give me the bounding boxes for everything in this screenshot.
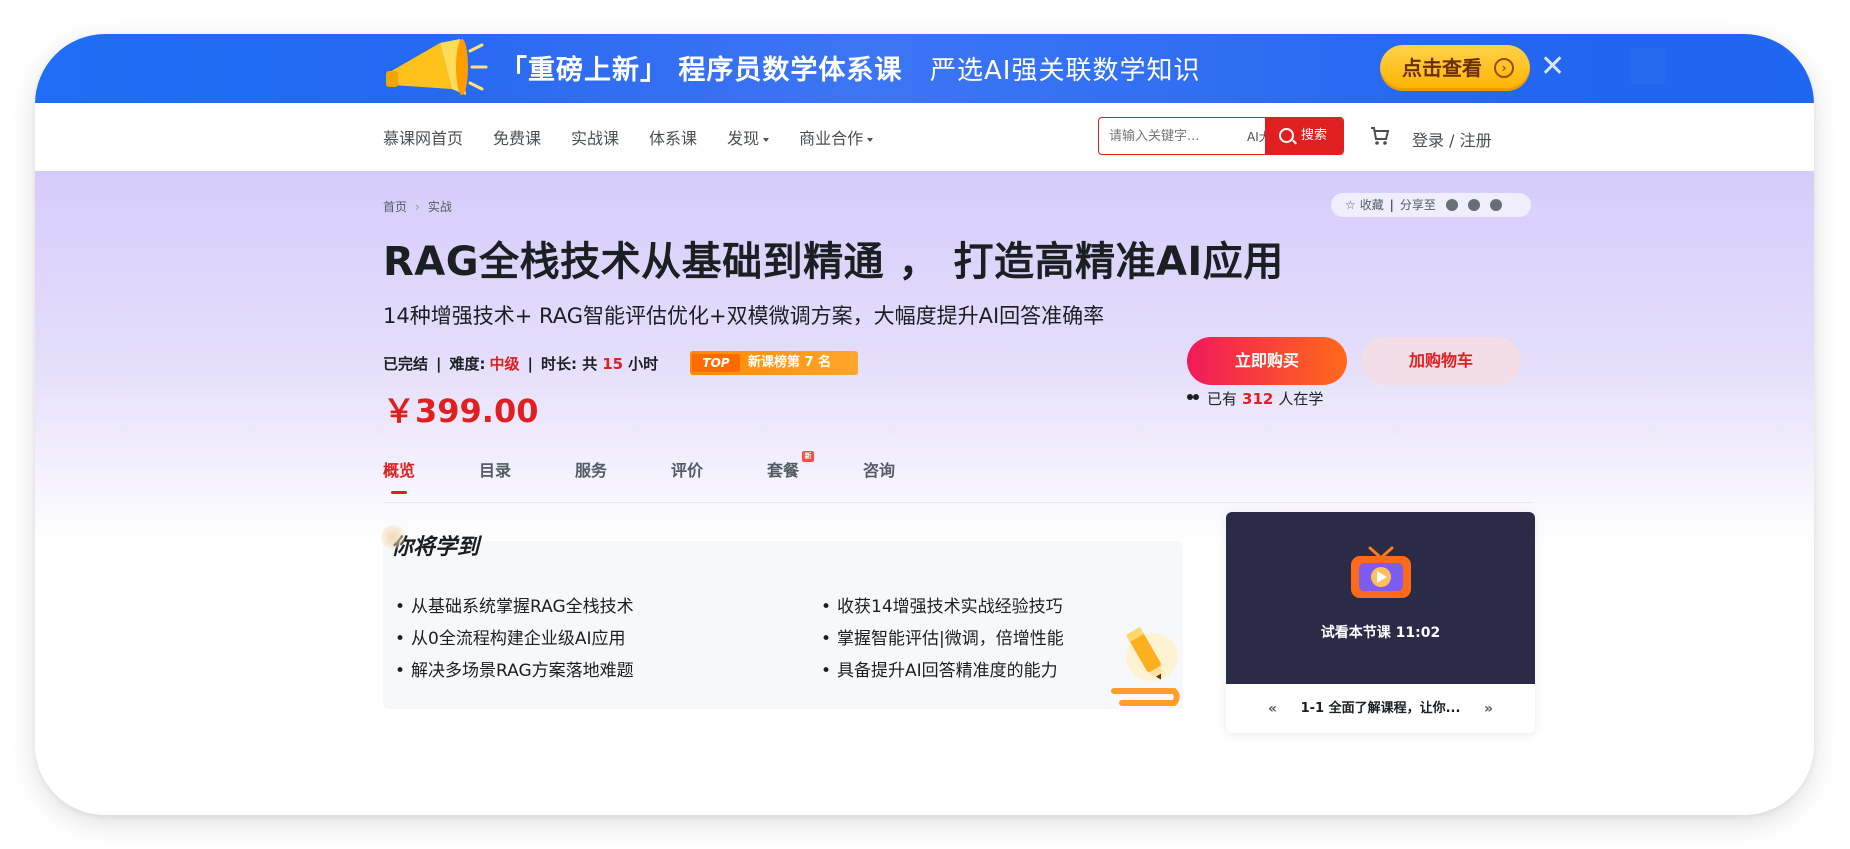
lesson-nav: « 1-1 全面了解课程，让你... » [1226, 688, 1535, 730]
course-tabs: 概览 目录 服务 评价 套餐新 咨询 [383, 451, 959, 494]
search-box: AI大模型 搜索 [1098, 117, 1344, 155]
list-item: 具备提升AI回答精准度的能力 [821, 655, 1064, 687]
learn-list-right: 收获14增强技术实战经验技巧 掌握智能评估|微调，倍增性能 具备提升AI回答精准… [821, 591, 1064, 687]
list-item: 从基础系统掌握RAG全栈技术 [395, 591, 634, 623]
arrow-right-icon: › [1494, 58, 1514, 78]
banner-view-button[interactable]: 点击查看 › [1380, 45, 1530, 91]
buy-now-button[interactable]: 立即购买 [1187, 337, 1347, 385]
share-bar: ☆ 收藏 | 分享至 [1331, 193, 1531, 217]
nav-menu: 慕课网首页 免费课 实战课 体系课 发现 商业合作 [383, 103, 903, 171]
nav-item-system[interactable]: 体系课 [649, 125, 697, 149]
search-icon [1279, 128, 1294, 143]
tabs-divider [383, 502, 1533, 503]
tab-overview[interactable]: 概览 [383, 457, 479, 494]
learn-section: 你将学到 从基础系统掌握RAG全栈技术 从0全流程构建企业级AI应用 解决多场景… [380, 515, 1183, 713]
cart-icon[interactable] [1369, 125, 1391, 147]
preview-player: 试看本节课 11:02 « 1-1 全面了解课程，让你... » [1226, 512, 1535, 733]
add-to-cart-button[interactable]: 加购物车 [1361, 337, 1521, 385]
nav-item-discover[interactable]: 发现 [727, 125, 770, 149]
megaphone-icon [386, 39, 488, 95]
list-item: 掌握智能评估|微调，倍增性能 [821, 623, 1064, 655]
star-icon[interactable]: ☆ [1345, 193, 1356, 217]
breadcrumb-current[interactable]: 实战 [428, 200, 452, 214]
video-preview[interactable]: 试看本节课 11:02 [1226, 512, 1535, 684]
list-item: 收获14增强技术实战经验技巧 [821, 591, 1064, 623]
caret-down-icon [763, 137, 770, 142]
close-icon[interactable]: ✕ [1540, 49, 1565, 85]
course-hero: 首页 › 实战 ☆ 收藏 | 分享至 RAG全栈技术从基础到精通 ， 打造高精准AI… [35, 171, 1814, 815]
page-frame: 「重磅上新」 程序员数学体系课 严选AI强关联数学知识 点击查看 › ✕ 慕课网… [35, 34, 1814, 815]
search-button[interactable]: 搜索 [1265, 118, 1343, 154]
learners-count: 已有 312 人在学 [1187, 388, 1323, 409]
nav-item-home[interactable]: 慕课网首页 [383, 125, 463, 149]
users-icon [1187, 393, 1201, 404]
new-badge: 新 [802, 451, 814, 462]
pencil-icon [1111, 627, 1180, 706]
rank-text: 新课榜第 7 名 [748, 355, 832, 370]
duration-value: 15 [602, 354, 624, 373]
tab-package[interactable]: 套餐新 [767, 451, 863, 493]
share-label: 分享至 [1399, 198, 1436, 212]
tab-reviews[interactable]: 评价 [671, 457, 767, 493]
course-status: 已完结 [383, 355, 429, 373]
banner-title: 「重磅上新」 程序员数学体系课 [500, 55, 903, 86]
rank-badge[interactable]: TOP 新课榜第 7 名 [690, 351, 858, 375]
difficulty-value: 中级 [489, 355, 520, 373]
weibo-icon[interactable] [1467, 199, 1480, 211]
list-item: 解决多场景RAG方案落地难题 [395, 655, 634, 687]
course-title: RAG全栈技术从基础到精通 ， 打造高精准AI应用 [383, 239, 1284, 285]
list-item: 从0全流程构建企业级AI应用 [395, 623, 634, 655]
nav-item-practice[interactable]: 实战课 [571, 125, 619, 149]
qq-icon[interactable] [1489, 199, 1502, 211]
nav-item-free[interactable]: 免费课 [493, 125, 541, 149]
promo-banner[interactable]: 「重磅上新」 程序员数学体系课 严选AI强关联数学知识 点击查看 › ✕ [35, 34, 1814, 103]
tv-play-icon [1351, 546, 1411, 598]
tab-service[interactable]: 服务 [575, 457, 671, 493]
chevron-right-icon: › [415, 200, 420, 214]
top-nav: 慕课网首页 免费课 实战课 体系课 发现 商业合作 AI大模型 搜索 登录 / … [35, 103, 1814, 171]
tab-consult[interactable]: 咨询 [863, 457, 959, 493]
course-subtitle: 14种增强技术+ RAG智能评估优化+双模微调方案，大幅度提升AI回答准确率 [383, 304, 1105, 328]
banner-avatar [1630, 48, 1666, 84]
difficulty-label: 难度: [449, 355, 486, 373]
banner-slogan: 严选AI强关联数学知识 [930, 56, 1201, 86]
wechat-icon[interactable] [1445, 199, 1458, 211]
course-price: ￥399.00 [383, 392, 539, 430]
top-badge: TOP [692, 354, 740, 372]
preview-label: 试看本节课 11:02 [1320, 625, 1441, 641]
lesson-title[interactable]: 1-1 全面了解课程，让你... [1301, 701, 1461, 716]
duration-label: 时长: 共 [541, 355, 598, 373]
collect-label[interactable]: 收藏 [1360, 193, 1384, 217]
breadcrumb-home[interactable]: 首页 [383, 200, 407, 214]
nav-item-business[interactable]: 商业合作 [799, 125, 874, 149]
course-meta: 已完结 | 难度: 中级 | 时长: 共 15 小时 [383, 354, 659, 374]
prev-lesson-button[interactable]: « [1268, 688, 1277, 730]
login-register-link[interactable]: 登录 / 注册 [1412, 127, 1492, 151]
learn-heading: 你将学到 [380, 525, 479, 561]
search-input[interactable] [1109, 118, 1229, 154]
breadcrumb: 首页 › 实战 [383, 198, 452, 215]
learn-list-left: 从基础系统掌握RAG全栈技术 从0全流程构建企业级AI应用 解决多场景RAG方案… [395, 591, 634, 687]
tab-catalog[interactable]: 目录 [479, 457, 575, 493]
duration-unit: 小时 [628, 355, 659, 373]
next-lesson-button[interactable]: » [1484, 688, 1493, 730]
caret-down-icon [867, 137, 874, 142]
